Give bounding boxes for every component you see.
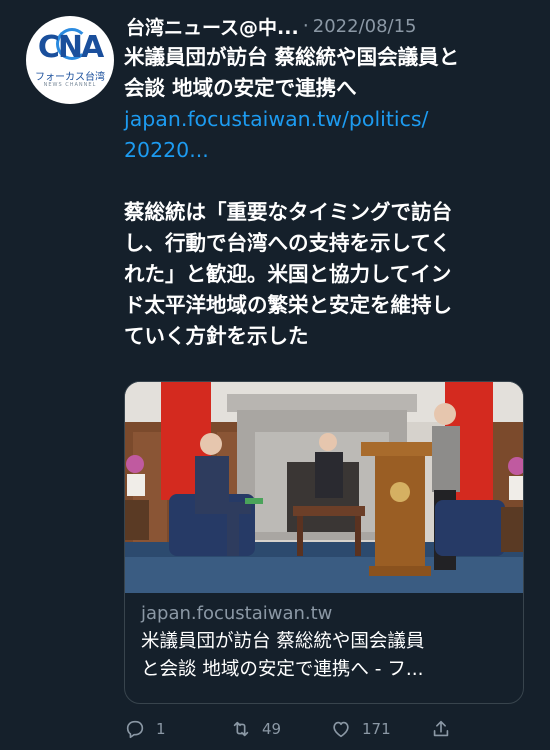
- like-button[interactable]: 171: [330, 716, 391, 742]
- body-line: 会談 地域の安定で連携へ: [124, 76, 357, 100]
- tweet-body: 米議員団が訪台 蔡総統や国会議員と 会談 地域の安定で連携へ japan.foc…: [124, 42, 534, 352]
- card-title-line: 米議員団が訪台 蔡総統や国会議員: [141, 631, 425, 652]
- reply-count: 1: [156, 720, 166, 738]
- reply-icon: [126, 720, 144, 739]
- like-icon: [333, 721, 349, 738]
- body-line: 米議員団が訪台 蔡総統や国会議員と: [124, 45, 460, 69]
- reply-button[interactable]: 1: [124, 716, 166, 742]
- tweet-date[interactable]: 2022/08/15: [313, 16, 417, 37]
- article-link[interactable]: 20220...: [124, 135, 534, 166]
- share-icon: [433, 720, 449, 737]
- avatar-logo-subtitle: フォーカス台湾: [35, 72, 105, 83]
- avatar-logo-subtitle-en: NEWS CHANNEL: [43, 82, 97, 88]
- avatar-logo-text: CNA: [37, 30, 104, 65]
- body-line: ド太平洋地域の繁栄と安定を維持し: [124, 293, 452, 317]
- retweet-button[interactable]: 49: [230, 716, 281, 742]
- like-count: 171: [362, 720, 391, 738]
- avatar[interactable]: CNA フォーカス台湾 NEWS CHANNEL: [26, 16, 114, 104]
- article-photo[interactable]: [125, 382, 523, 593]
- card-title-line: と会談 地域の安定で連携へ - フ...: [141, 659, 424, 680]
- action-bar: 1 49 171: [124, 716, 544, 742]
- retweet-count: 49: [262, 720, 282, 738]
- card-title: 米議員団が訪台 蔡総統や国会議員 と会談 地域の安定で連携へ - フ...: [141, 628, 511, 684]
- press-photo-image: [125, 382, 523, 593]
- article-link[interactable]: japan.focustaiwan.tw/politics/: [124, 104, 534, 135]
- separator-dot: ·: [302, 15, 309, 37]
- link-preview-card[interactable]: japan.focustaiwan.tw 米議員団が訪台 蔡総統や国会議員 と会…: [124, 381, 524, 704]
- card-domain: japan.focustaiwan.tw: [141, 603, 333, 624]
- tweet-header: 台湾ニュース@中... · 2022/08/15: [126, 12, 530, 40]
- body-line: れた」と歓迎。米国と協力してイン: [124, 262, 452, 286]
- body-line: ていく方針を示した: [124, 324, 309, 348]
- author-name[interactable]: 台湾ニュース@中...: [126, 13, 299, 40]
- body-line: 蔡総統は「重要なタイミングで訪台: [124, 200, 452, 224]
- retweet-icon: [233, 721, 249, 737]
- share-button[interactable]: [430, 716, 462, 742]
- card-text: japan.focustaiwan.tw 米議員団が訪台 蔡総統や国会議員 と会…: [141, 600, 511, 684]
- body-line: し、行動で台湾への支持を示してく: [124, 231, 451, 255]
